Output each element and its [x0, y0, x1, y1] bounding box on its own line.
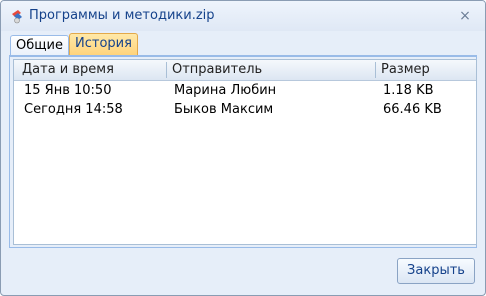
- cell-sender: Быков Максим: [174, 102, 274, 117]
- cell-size: 66.46 KB: [383, 102, 442, 117]
- cell-sender: Марина Любин: [174, 83, 277, 98]
- column-header-datetime[interactable]: Дата и время: [22, 60, 114, 80]
- cell-datetime: 15 Янв 10:50: [24, 83, 112, 98]
- column-separator[interactable]: [166, 62, 167, 78]
- title-bar: Программы и методики.zip ×: [1, 1, 485, 31]
- column-header-sender[interactable]: Отправитель: [172, 60, 262, 80]
- archive-file-icon: [12, 10, 22, 24]
- column-header-size[interactable]: Размер: [381, 60, 430, 80]
- table-header: Дата и время Отправитель Размер: [14, 60, 476, 81]
- history-table: Дата и время Отправитель Размер 15 Янв 1…: [13, 59, 477, 245]
- dialog-window: Программы и методики.zip × Общие История…: [0, 0, 486, 296]
- cell-size: 1.18 KB: [383, 83, 434, 98]
- cell-datetime: Сегодня 14:58: [24, 102, 123, 117]
- close-icon[interactable]: ×: [457, 8, 473, 24]
- tab-history[interactable]: История: [69, 33, 138, 56]
- close-button[interactable]: Закрыть: [397, 258, 475, 284]
- column-separator[interactable]: [375, 62, 376, 78]
- window-title: Программы и методики.zip: [29, 8, 215, 23]
- tab-general[interactable]: Общие: [10, 35, 69, 56]
